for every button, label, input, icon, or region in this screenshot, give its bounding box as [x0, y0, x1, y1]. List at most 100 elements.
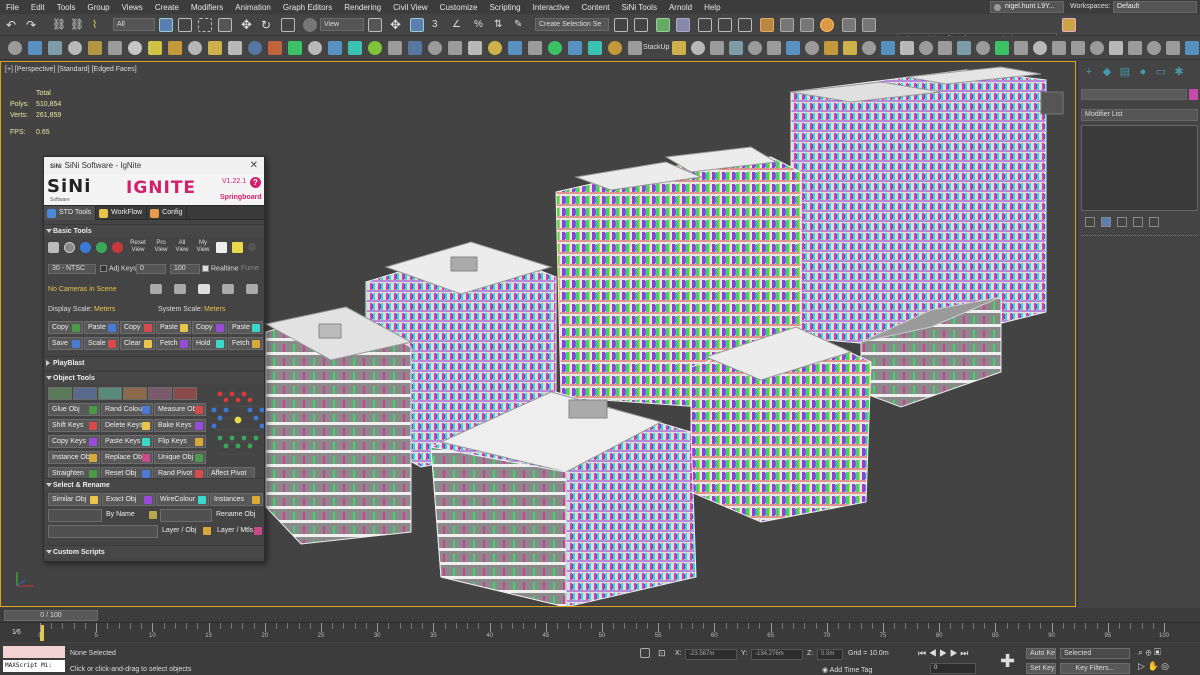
all-view-button[interactable]: All View [174, 240, 190, 254]
place-icon[interactable] [303, 18, 317, 32]
time-slider[interactable]: 0 / 100 [4, 610, 98, 621]
object-tool-icon[interactable] [148, 387, 172, 400]
toolbar-tool-icon[interactable] [938, 41, 952, 55]
toolbar-tool-icon[interactable] [108, 41, 122, 55]
toolbar-tool-icon[interactable] [1071, 41, 1085, 55]
toolbar-tool-icon[interactable] [748, 41, 762, 55]
mirror-icon[interactable] [614, 18, 628, 32]
copy-button[interactable]: Copy [48, 321, 83, 334]
workspace-dropdown[interactable]: Default [1113, 1, 1197, 13]
menu-item-content[interactable]: Content [576, 3, 616, 12]
copy-keys-button[interactable]: Copy Keys [48, 435, 100, 448]
orbit-icon[interactable]: ◎ [1161, 661, 1169, 671]
toolbar-tool-icon[interactable] [508, 41, 522, 55]
menu-item-tools[interactable]: Tools [51, 3, 82, 12]
edit-named-selection-icon[interactable]: ✎ [514, 18, 528, 32]
object-color-swatch[interactable] [1189, 89, 1198, 100]
user-account-dropdown[interactable]: nigel.hunt L9Y... [990, 1, 1064, 13]
key-selection-dropdown[interactable]: Selected [1060, 648, 1130, 659]
paste-button[interactable]: Paste [156, 321, 191, 334]
rand-colour-button[interactable]: Rand Colour [101, 403, 153, 416]
scene-explorer-icon[interactable] [656, 18, 670, 32]
playblast-rollout[interactable]: PlayBlast [44, 356, 264, 369]
absolute-mode-icon[interactable]: ⊡ [658, 648, 668, 658]
toolbar-tool-icon[interactable] [128, 41, 142, 55]
object-tool-icon[interactable] [98, 387, 122, 400]
create-tab-icon[interactable]: + [1082, 65, 1096, 79]
toolbar-tool-icon[interactable] [628, 41, 642, 55]
end-frame-spinner[interactable]: 100 [170, 264, 200, 274]
show-end-result-icon[interactable] [1101, 217, 1111, 227]
toolbar-tool-icon[interactable] [672, 41, 686, 55]
realtime-checkbox[interactable]: Realtime [202, 265, 239, 272]
instance-obj-button[interactable]: Instance Obj [48, 451, 100, 464]
scale-button[interactable]: Scale [84, 337, 119, 350]
save-button[interactable]: Save [48, 337, 83, 350]
percent-snap-icon[interactable]: % [474, 18, 488, 32]
toolbar-tool-icon[interactable] [228, 41, 242, 55]
frame-rate-dropdown[interactable]: 30 - NTSC [48, 264, 96, 274]
toolbar-tool-icon[interactable] [428, 41, 442, 55]
tab-workflow[interactable]: WorkFlow [96, 206, 148, 220]
toolbar-tool-icon[interactable] [1128, 41, 1142, 55]
adj-keys-checkbox[interactable]: Adj Keys [100, 265, 137, 272]
toolbar-tool-icon[interactable] [805, 41, 819, 55]
toolbar-tool-icon[interactable] [1147, 41, 1161, 55]
toolbar-tool-icon[interactable] [168, 41, 182, 55]
rotate-icon[interactable]: ↻ [261, 18, 275, 32]
pointer-camera-icon[interactable] [198, 284, 210, 294]
toolbar-tool-icon[interactable] [1014, 41, 1028, 55]
toolbar-tool-icon[interactable] [1166, 41, 1180, 55]
toolbar-tool-icon[interactable] [248, 41, 262, 55]
camera-target-icon[interactable] [174, 284, 186, 294]
blue-sphere-icon[interactable] [80, 241, 91, 253]
toolbar-tool-icon[interactable] [468, 41, 482, 55]
fetch-button[interactable]: Fetch [228, 337, 263, 350]
layer-explorer-icon[interactable] [676, 18, 690, 32]
utilities-tab-icon[interactable]: ✱ [1172, 65, 1186, 79]
select-object-icon[interactable] [159, 18, 173, 32]
maxscript-listener-pink[interactable] [3, 646, 65, 658]
menu-item-customize[interactable]: Customize [434, 3, 484, 12]
move-icon[interactable]: ✥ [241, 18, 255, 32]
springboard-link[interactable]: Springboard [220, 194, 262, 201]
render-in-cloud-icon[interactable] [842, 18, 856, 32]
menu-item-help[interactable]: Help [698, 3, 726, 12]
toolbar-tool-icon[interactable] [528, 41, 542, 55]
select-rename-rollout[interactable]: Select & Rename [44, 478, 264, 491]
extra-icon[interactable] [248, 243, 256, 251]
menu-item-rendering[interactable]: Rendering [338, 3, 387, 12]
toolbar-tool-icon[interactable] [288, 41, 302, 55]
auto-key-button[interactable]: Auto Key [1026, 648, 1056, 659]
toolbar-tool-icon[interactable] [767, 41, 781, 55]
toolbar-tool-icon[interactable] [1109, 41, 1123, 55]
next-frame-icon[interactable]: ▶ [950, 648, 958, 658]
curve-editor-icon[interactable] [718, 18, 732, 32]
object-tool-icon[interactable] [123, 387, 147, 400]
exact-obj-button[interactable]: Exact Obj [102, 493, 155, 506]
shift-keys-button[interactable]: Shift Keys [48, 419, 100, 432]
basic-tools-rollout[interactable]: Basic Tools [44, 224, 264, 237]
paste-button[interactable]: Paste [228, 321, 263, 334]
menu-item-civil-view[interactable]: Civil View [387, 3, 434, 12]
toolbar-tool-icon[interactable] [919, 41, 933, 55]
toolbar-tool-icon[interactable] [957, 41, 971, 55]
green-sphere-icon[interactable] [96, 241, 107, 253]
measure-obj-button[interactable]: Measure Obj [154, 403, 206, 416]
toolbar-tool-icon[interactable] [148, 41, 162, 55]
layer-mtls-button[interactable]: Layer / Mtls [214, 525, 264, 538]
pin-stack-icon[interactable] [1085, 217, 1095, 227]
pan-icon[interactable]: ✋ [1147, 661, 1158, 671]
fetch-button[interactable]: Fetch [156, 337, 191, 350]
menu-item-file[interactable]: File [0, 3, 25, 12]
motion-tab-icon[interactable]: ● [1136, 65, 1150, 79]
toolbar-tool-icon[interactable] [729, 41, 743, 55]
toolbar-tool-icon[interactable] [1185, 41, 1199, 55]
toolbar-tool-icon[interactable] [568, 41, 582, 55]
start-frame-spinner[interactable]: 0 [136, 264, 166, 274]
make-unique-icon[interactable] [1117, 217, 1127, 227]
camera-icon[interactable] [150, 284, 162, 294]
light-icon[interactable] [232, 241, 243, 253]
toolbar-tool-icon[interactable] [448, 41, 462, 55]
rename-obj-button[interactable]: Rename Obj [213, 509, 263, 522]
